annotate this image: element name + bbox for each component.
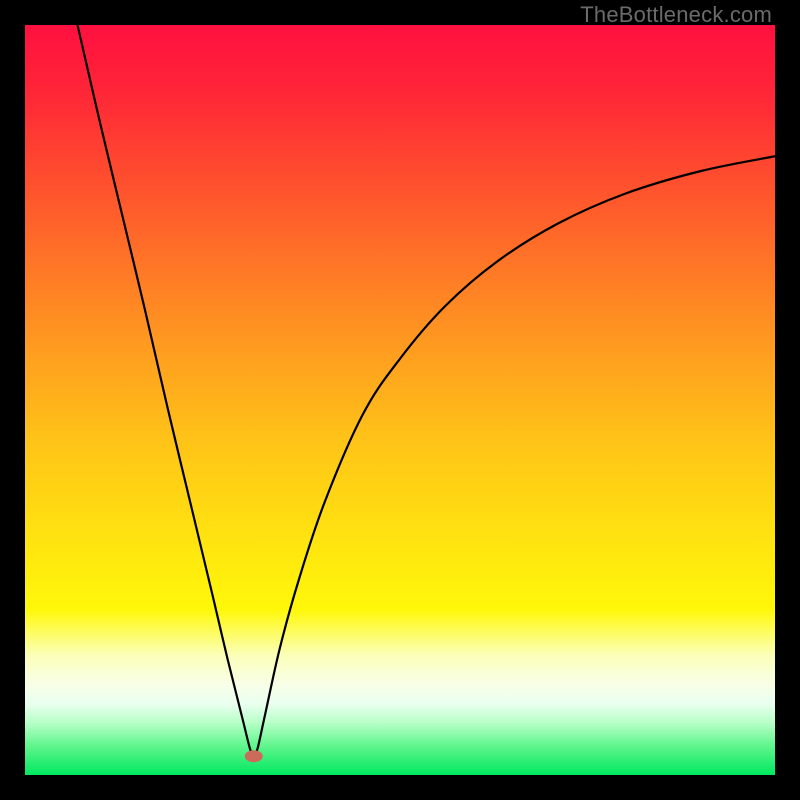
chart-svg [25, 25, 775, 775]
optimum-marker [245, 750, 263, 762]
gradient-background [25, 25, 775, 775]
plot-area [25, 25, 775, 775]
chart-frame: TheBottleneck.com [0, 0, 800, 800]
